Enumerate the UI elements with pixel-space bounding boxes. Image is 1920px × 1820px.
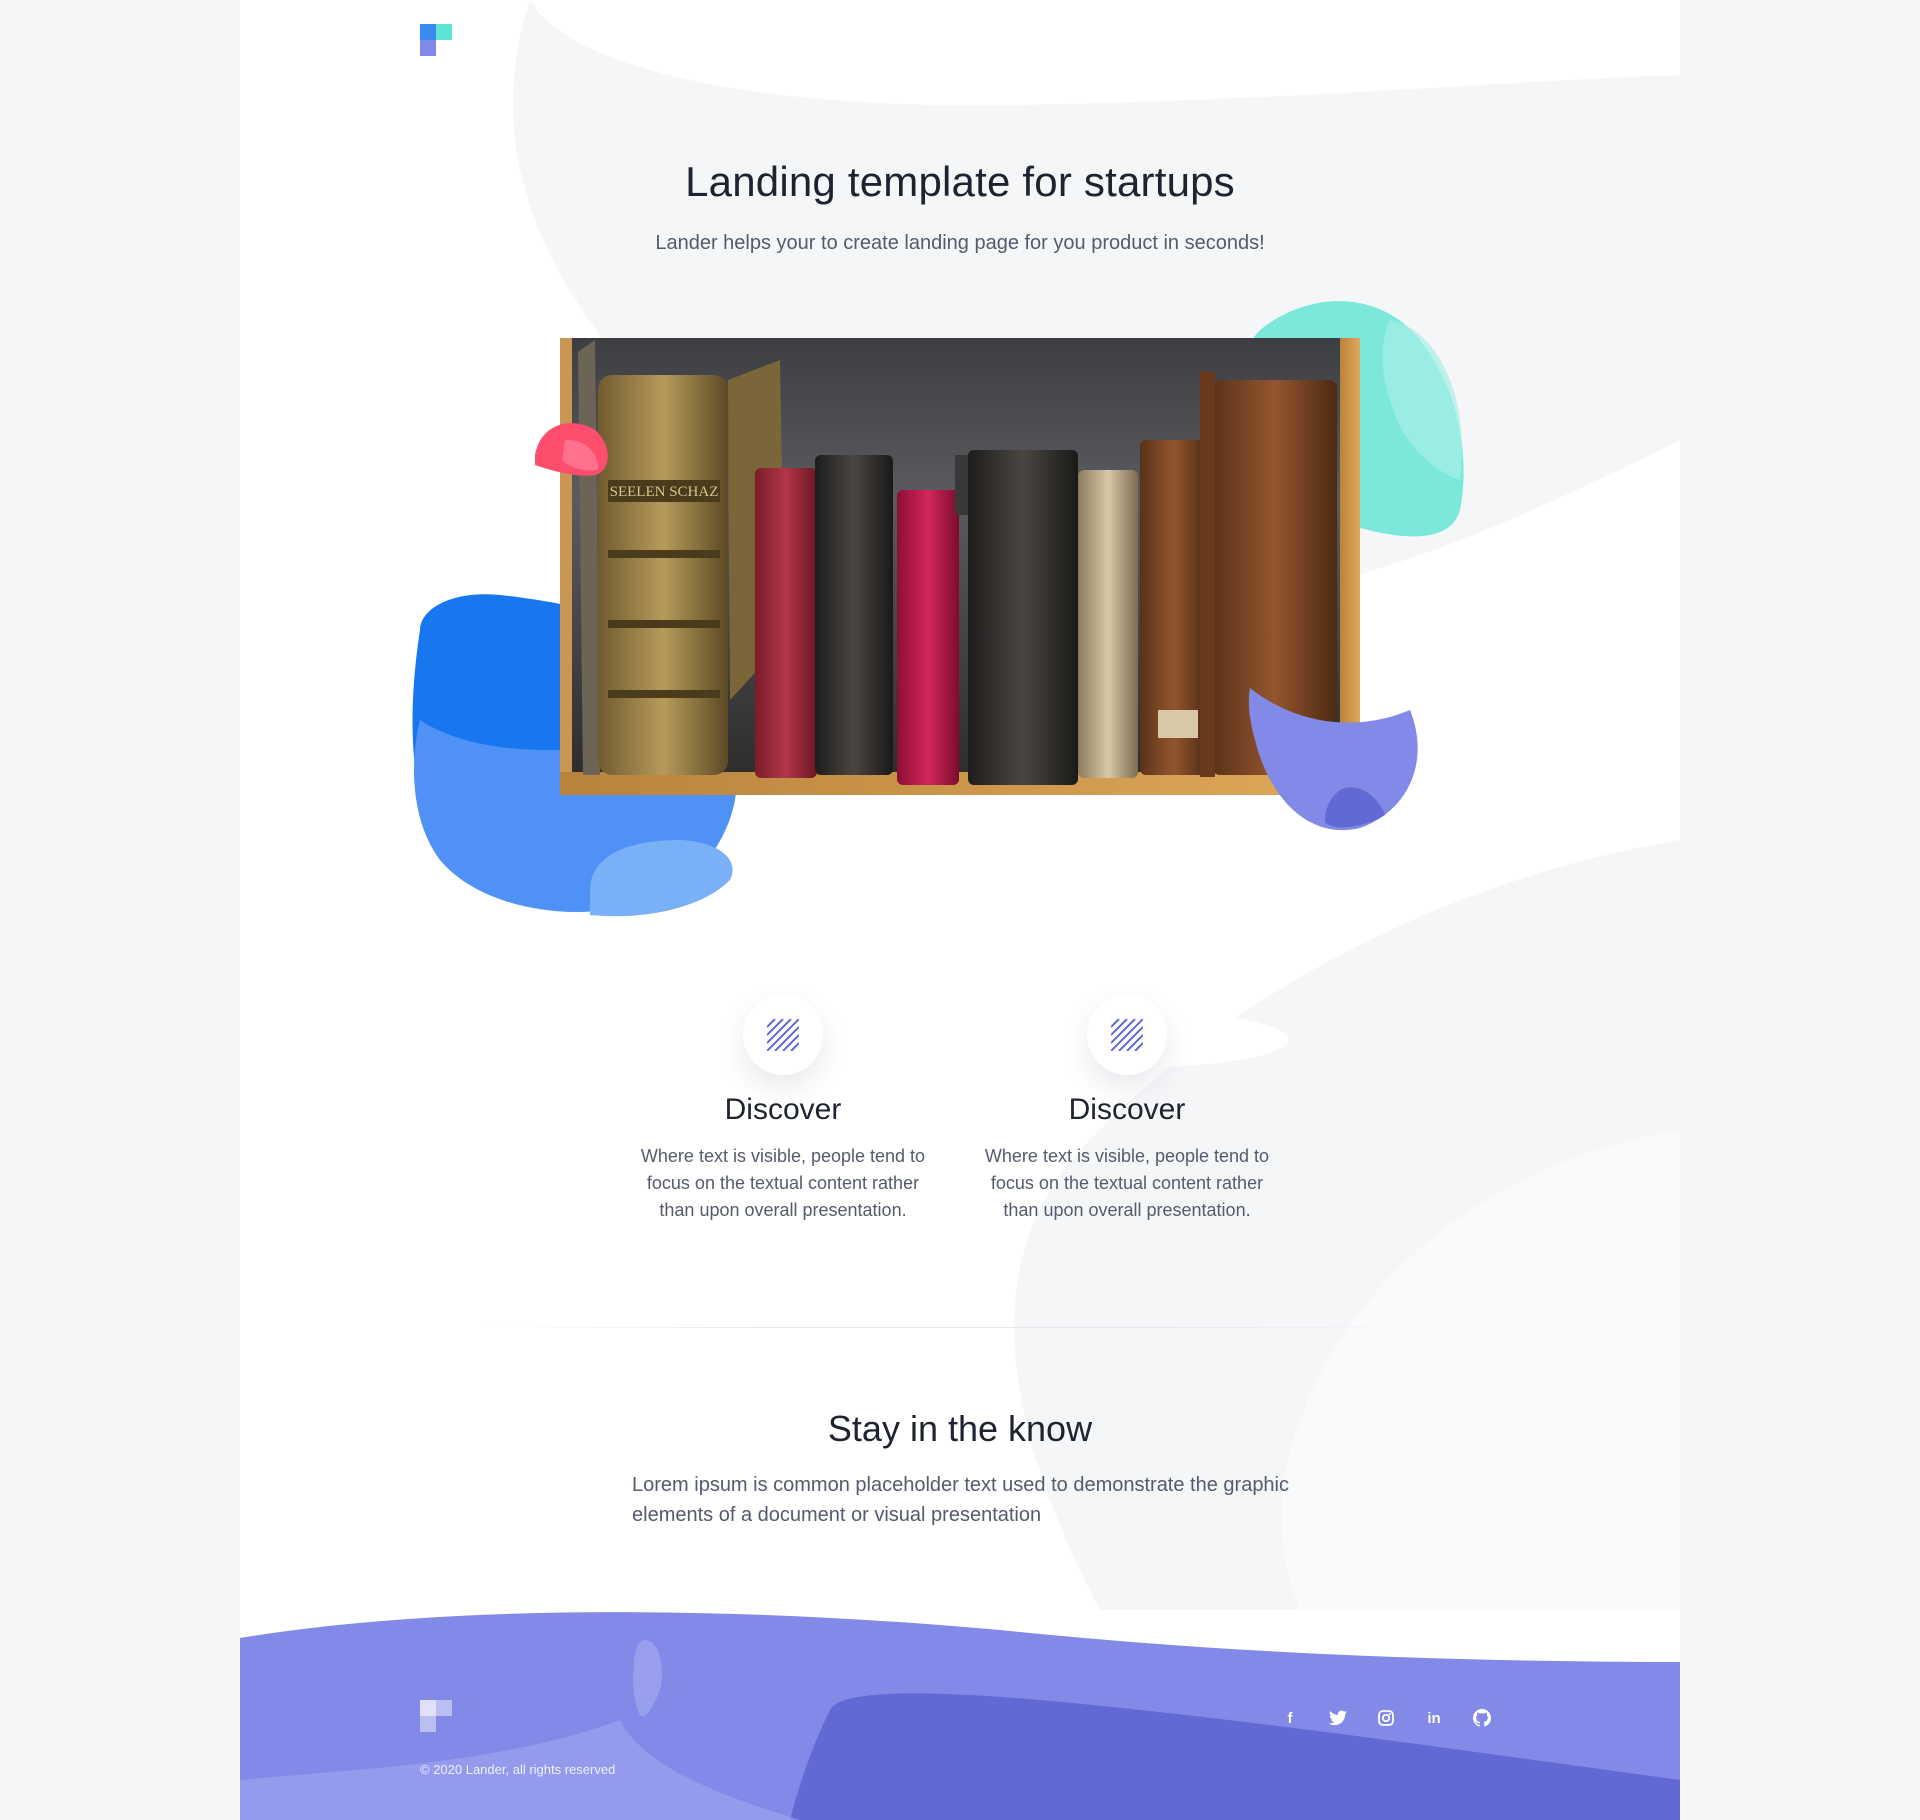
hatched-square-icon [1111, 1019, 1143, 1051]
linkedin-icon[interactable]: in [1422, 1706, 1446, 1730]
github-icon[interactable] [1470, 1706, 1494, 1730]
feature-icon-badge [743, 995, 823, 1075]
facebook-icon[interactable]: f [1278, 1706, 1302, 1730]
cta-text: Lorem ipsum is common placeholder text u… [632, 1474, 1290, 1526]
landing-page: Landing template for startups Lander hel… [240, 0, 1680, 1820]
instagram-icon[interactable] [1374, 1706, 1398, 1730]
section-divider [480, 1327, 1440, 1328]
hatched-square-icon [767, 1019, 799, 1051]
bookshelf-photo: SEELEN SCHAZ [560, 338, 1360, 795]
hero-subtitle: Lander helps your to create landing page… [655, 232, 1265, 254]
brand-logo[interactable] [420, 24, 452, 56]
feature-card: Discover Where text is visible, people t… [623, 995, 943, 1224]
feature-title: Discover [1068, 1093, 1186, 1126]
social-links: f in [1278, 1706, 1494, 1730]
copyright-text: © 2020 Lander, all rights reserved [420, 1762, 616, 1777]
footer-logo[interactable] [420, 1700, 452, 1732]
cta-title: Stay in the know [827, 1408, 1093, 1449]
hero-title: Landing template for startups [685, 158, 1235, 205]
feature-text: Where text is visible, people tend to fo… [984, 1146, 1270, 1220]
footer: © 2020 Lander, all rights reserved f in [240, 1600, 1680, 1820]
svg-text:SEELEN SCHAZ: SEELEN SCHAZ [610, 484, 719, 500]
feature-card: Discover Where text is visible, people t… [967, 995, 1287, 1224]
hero-illustration: SEELEN SCHAZ [412, 301, 1464, 917]
feature-title: Discover [724, 1093, 842, 1126]
feature-text: Where text is visible, people tend to fo… [640, 1146, 926, 1220]
feature-icon-badge [1087, 995, 1167, 1075]
twitter-icon[interactable] [1326, 1706, 1350, 1730]
